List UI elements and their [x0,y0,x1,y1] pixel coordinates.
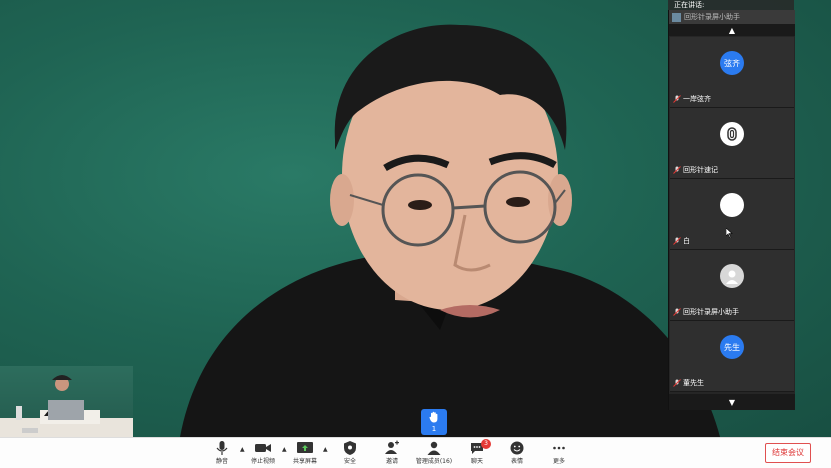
stop-video-button[interactable]: 停止视频 [243,440,283,465]
participant-avatar [720,264,744,288]
participant-tile[interactable]: 先生 董先生 [670,321,794,392]
reactions-label: 表情 [510,458,523,465]
avatar-initials: 先生 [724,342,740,352]
participant-name: 回形针速记 [683,166,718,174]
raised-hand-indicator[interactable]: 1 [421,409,447,435]
more-button[interactable]: 更多 [539,440,579,465]
end-meeting-button[interactable]: 结束会议 [765,443,811,463]
security-label: 安全 [343,458,356,465]
meeting-toolbar: 静音 ▲ 停止视频 ▲ 共享屏幕 ▲ 安全 邀请 管理成员(16) 3 聊天 表… [0,437,831,468]
speaking-indicator: 正在讲话: [668,0,794,10]
add-user-icon [385,440,399,454]
mic-muted-icon [673,308,681,316]
raise-hand-count: 1 [431,425,437,433]
triangle-up-icon: ▲ [728,25,736,35]
share-options-caret-icon[interactable]: ▲ [323,446,328,453]
participant-tile[interactable]: 弦齐 一岸弦齐 [670,37,794,108]
participant-name-row: 董先生 [673,378,704,388]
scroll-up-button[interactable]: ▲ [669,24,795,36]
mute-button[interactable]: 静音 [202,440,242,465]
participant-panel: 回形针录屏小助手 ▲ 弦齐 一岸弦齐 回形针速记 白 回形针录屏小助手 先生 董… [668,10,795,410]
microphone-icon [216,441,228,455]
participant-name: 白 [683,237,690,245]
mic-muted-icon [673,166,681,174]
reactions-button[interactable]: 表情 [497,440,537,465]
participant-tile[interactable]: 回形针录屏小助手 [670,250,794,321]
mic-muted-icon [673,237,681,245]
mouse-cursor-icon [725,223,733,242]
top-participant-name: 回形针录屏小助手 [684,13,740,21]
invite-button[interactable]: 邀请 [372,440,412,465]
participant-avatar: 先生 [720,335,744,359]
shield-icon [344,441,356,455]
participant-name: 董先生 [683,379,704,387]
participant-name-row: 回形针录屏小助手 [673,307,739,317]
share-screen-label: 共享屏幕 [292,458,317,465]
participant-name: 回形针录屏小助手 [683,308,739,316]
participant-name-row: 回形针速记 [673,165,718,175]
manage-participants-button[interactable]: 管理成员(16) [410,440,458,465]
participants-icon [427,441,441,455]
stop-video-label: 停止视频 [250,458,275,465]
participant-tile[interactable]: 白 [670,179,794,250]
chat-button[interactable]: 3 聊天 [457,439,497,465]
avatar-initials: 弦齐 [724,58,740,68]
security-button[interactable]: 安全 [330,440,370,465]
participant-thumbnail [672,12,681,22]
invite-label: 邀请 [385,458,398,465]
participant-name-row: 一岸弦齐 [673,94,711,104]
user-silhouette-icon [726,270,738,284]
raise-hand-icon [429,411,438,423]
share-screen-button[interactable]: 共享屏幕 [285,440,325,465]
smiley-icon [510,441,524,455]
video-camera-icon [255,444,271,452]
participant-name-row: 白 [673,236,690,246]
chat-unread-badge: 3 [481,439,491,449]
share-screen-icon [297,442,313,453]
participant-avatar [720,122,744,146]
self-view-feed [0,375,133,437]
participant-tile[interactable]: 回形针速记 [670,108,794,179]
participant-avatar [720,193,744,217]
paperclip-logo-icon [727,127,737,141]
manage-participants-label: 管理成员(16) [415,458,453,465]
more-label: 更多 [552,458,565,465]
mic-muted-icon [673,95,681,103]
mic-muted-icon [673,379,681,387]
chat-label: 聊天 [470,458,483,465]
mute-label: 静音 [215,458,228,465]
self-view-video[interactable] [0,366,133,437]
triangle-down-icon: ▼ [728,397,736,407]
speaking-label: 正在讲话: [674,1,705,9]
participant-name: 一岸弦齐 [683,95,711,103]
scroll-down-button[interactable]: ▼ [669,394,795,410]
more-dots-icon [553,446,565,450]
top-participant-tile[interactable]: 回形针录屏小助手 [669,10,795,24]
participant-avatar: 弦齐 [720,51,744,75]
